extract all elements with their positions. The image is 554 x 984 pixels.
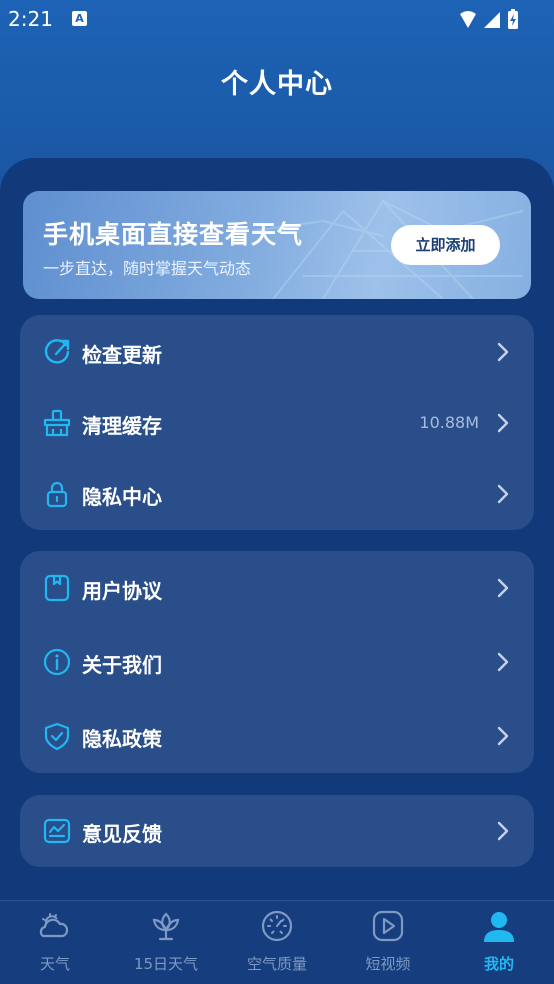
chevron-right-icon xyxy=(497,652,509,672)
row-user-agreement[interactable]: 用户协议 xyxy=(20,563,534,613)
tab-label: 我的 xyxy=(483,955,514,973)
banner-subtitle: 一步直达，随时掌握天气动态 xyxy=(43,259,252,278)
row-privacy-policy[interactable]: 隐私政策 xyxy=(20,711,534,761)
row-label: 关于我们 xyxy=(82,653,162,677)
gauge-icon xyxy=(261,910,293,942)
add-widget-button[interactable]: 立即添加 xyxy=(391,225,500,265)
tab-short-video[interactable]: 短视频 xyxy=(333,901,443,984)
row-clear-cache[interactable]: 清理缓存 10.88M xyxy=(20,398,534,448)
document-icon xyxy=(44,574,70,602)
row-check-update[interactable]: 检查更新 xyxy=(20,327,534,377)
shield-icon xyxy=(44,722,70,751)
info-icon xyxy=(43,648,71,676)
row-label: 意见反馈 xyxy=(82,822,162,846)
tab-15day[interactable]: 15日天气 xyxy=(111,901,221,984)
settings-group-2: 用户协议 关于我们 隐私政策 xyxy=(20,551,534,773)
widget-promo-banner[interactable]: 手机桌面直接查看天气 一步直达，随时掌握天气动态 立即添加 xyxy=(23,191,531,299)
settings-group-1: 检查更新 清理缓存 10.88M 隐私中心 xyxy=(20,315,534,530)
chevron-right-icon xyxy=(497,413,509,433)
chevron-right-icon xyxy=(497,726,509,746)
tab-label: 15日天气 xyxy=(133,955,199,973)
tab-label: 天气 xyxy=(39,955,70,973)
chevron-right-icon xyxy=(497,484,509,504)
signal-icon xyxy=(484,12,500,28)
tab-label: 空气质量 xyxy=(246,955,307,973)
tab-label: 短视频 xyxy=(365,955,411,973)
chevron-right-icon xyxy=(497,578,509,598)
lock-icon xyxy=(46,481,68,508)
tab-mine[interactable]: 我的 xyxy=(444,901,554,984)
settings-group-3: 意见反馈 xyxy=(20,795,534,867)
play-icon xyxy=(372,910,404,942)
tab-weather[interactable]: 天气 xyxy=(0,901,110,984)
chevron-right-icon xyxy=(497,821,509,841)
status-bar: 2:21 A xyxy=(0,0,554,40)
page-title: 个人中心 xyxy=(221,69,333,100)
tab-air-quality[interactable]: 空气质量 xyxy=(222,901,332,984)
system-status-icons xyxy=(460,9,518,29)
feedback-icon xyxy=(43,818,71,844)
cache-size-value: 10.88M xyxy=(419,413,479,432)
flower-icon xyxy=(152,912,180,941)
row-label: 检查更新 xyxy=(82,343,162,367)
wifi-icon xyxy=(460,11,476,28)
row-about-us[interactable]: 关于我们 xyxy=(20,637,534,687)
row-label: 用户协议 xyxy=(82,579,162,603)
row-label: 清理缓存 xyxy=(82,414,162,438)
bottom-tab-bar: 天气 15日天气 空气质量 短视频 我的 xyxy=(0,900,554,984)
row-label: 隐私政策 xyxy=(82,727,162,751)
weather-icon xyxy=(39,913,69,938)
row-privacy-center[interactable]: 隐私中心 xyxy=(20,469,534,519)
person-icon xyxy=(484,912,514,942)
row-feedback[interactable]: 意见反馈 xyxy=(20,806,534,856)
status-time: 2:21 xyxy=(8,7,53,31)
battery-icon xyxy=(508,9,518,29)
refresh-icon xyxy=(44,339,70,364)
chevron-right-icon xyxy=(497,342,509,362)
row-label: 隐私中心 xyxy=(82,485,162,509)
notification-icon: A xyxy=(72,11,87,26)
broom-icon xyxy=(43,409,71,437)
banner-title: 手机桌面直接查看天气 xyxy=(43,220,304,249)
